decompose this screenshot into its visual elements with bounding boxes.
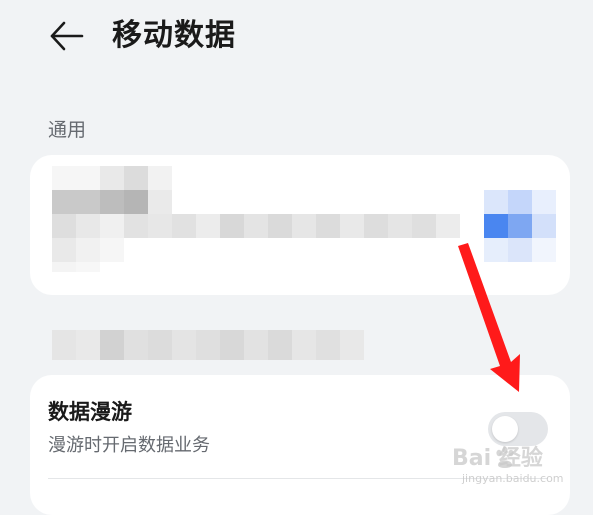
data-roaming-title: 数据漫游: [48, 400, 132, 424]
section-label-general: 通用: [48, 119, 87, 141]
watermark: Bai 经验: [452, 446, 543, 471]
obscured-text: [52, 330, 364, 360]
data-roaming-toggle[interactable]: [488, 412, 548, 446]
header: 移动数据: [0, 0, 593, 80]
page-title: 移动数据: [112, 18, 236, 53]
toggle-knob: [492, 416, 518, 442]
data-roaming-subtitle: 漫游时开启数据业务: [48, 435, 210, 456]
arrow-left-icon: [50, 21, 84, 51]
back-button[interactable]: [44, 16, 88, 56]
watermark-url: jingyan.baidu.com: [462, 472, 564, 485]
